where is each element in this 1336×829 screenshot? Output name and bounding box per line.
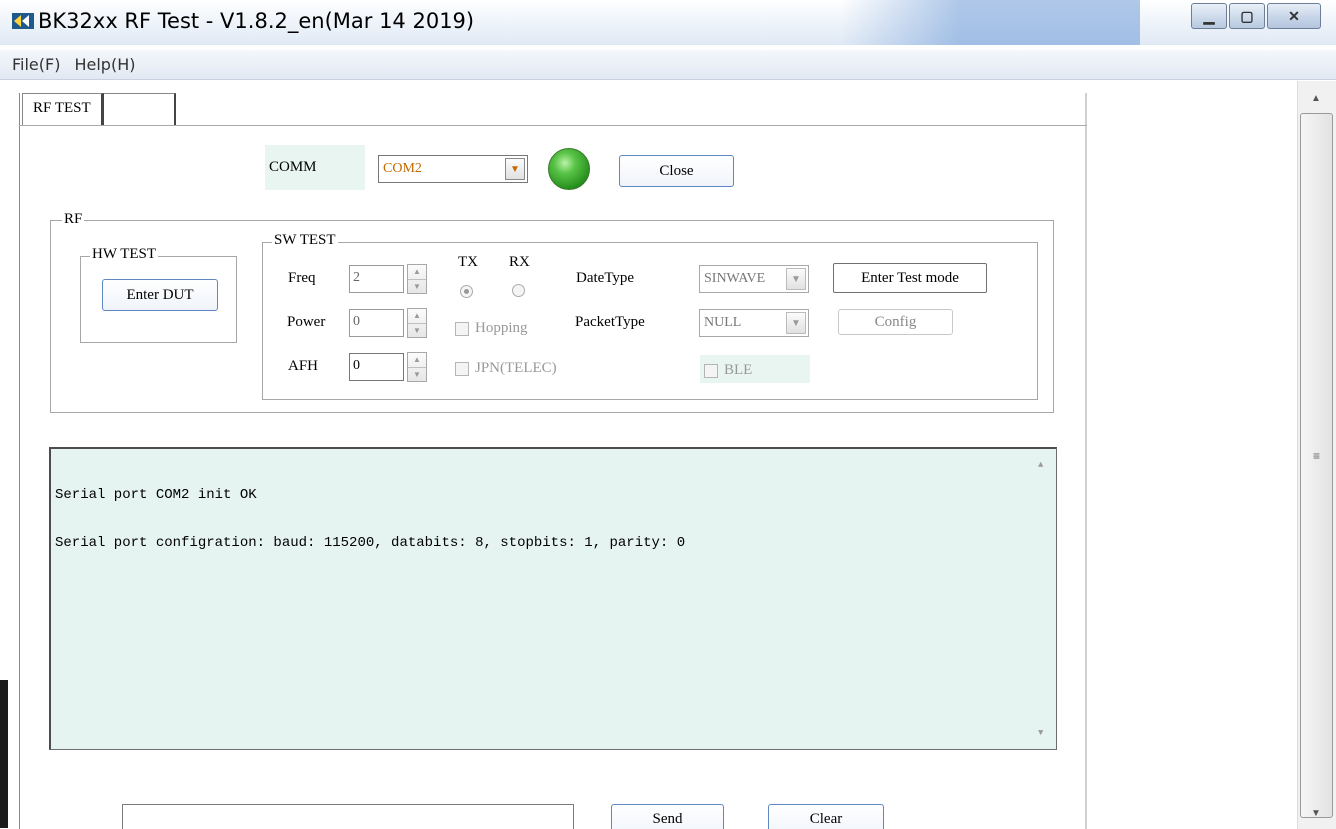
maximize-icon: ▢ xyxy=(1240,7,1254,24)
menu-file[interactable]: File(F) xyxy=(12,55,60,74)
spin-down-icon[interactable]: ▼ xyxy=(408,367,426,381)
hopping-checkbox-box[interactable] xyxy=(455,321,469,336)
ble-checkbox[interactable]: BLE xyxy=(704,362,752,379)
afh-label: AFH xyxy=(288,358,319,374)
log-line: Serial port configration: baud: 115200, … xyxy=(55,535,686,551)
hopping-label: Hopping xyxy=(475,320,528,336)
freq-spinner[interactable]: ▲ ▼ xyxy=(407,264,427,294)
spin-down-icon[interactable]: ▼ xyxy=(408,279,426,293)
log-line: Serial port COM2 init OK xyxy=(55,487,257,503)
freq-label: Freq xyxy=(288,270,316,286)
jpn-telec-label: JPN(TELEC) xyxy=(475,360,557,376)
scrollbar-thumb[interactable]: ≡ xyxy=(1300,113,1333,818)
tx-label: TX xyxy=(458,254,478,270)
freq-field[interactable]: 2 xyxy=(349,265,404,293)
power-label: Power xyxy=(287,314,326,330)
jpn-telec-checkbox[interactable]: JPN(TELEC) xyxy=(455,360,557,377)
spin-down-icon[interactable]: ▼ xyxy=(408,323,426,337)
left-edge-strip xyxy=(0,680,8,828)
chevron-down-icon[interactable]: ▼ xyxy=(786,268,806,290)
enter-test-mode-button[interactable]: Enter Test mode xyxy=(833,263,987,293)
minimize-icon: ▁ xyxy=(1203,7,1215,24)
packettype-label: PacketType xyxy=(575,314,645,330)
close-icon: ✕ xyxy=(1288,7,1300,24)
scroll-up-icon[interactable]: ▲ xyxy=(1038,457,1043,473)
scroll-up-icon[interactable]: ▲ xyxy=(1311,93,1321,104)
window-controls: ▁ ▢ ✕ xyxy=(1191,3,1321,29)
scroll-down-icon[interactable]: ▼ xyxy=(1311,808,1321,819)
window-title: BK32xx RF Test - V1.8.2_en(Mar 14 2019) xyxy=(38,9,475,33)
enter-dut-button[interactable]: Enter DUT xyxy=(102,279,218,311)
minimize-button[interactable]: ▁ xyxy=(1191,3,1227,29)
rx-label: RX xyxy=(509,254,530,270)
comm-label: COMM xyxy=(265,145,365,190)
config-button[interactable]: Config xyxy=(838,309,953,335)
close-window-button[interactable]: ✕ xyxy=(1267,3,1321,29)
chevron-down-icon[interactable]: ▼ xyxy=(786,312,806,334)
connection-status-led xyxy=(548,148,590,190)
hopping-checkbox[interactable]: Hopping xyxy=(455,320,528,337)
close-port-button[interactable]: Close xyxy=(619,155,734,187)
send-button[interactable]: Send xyxy=(611,804,724,829)
datetype-select[interactable]: SINWAVE ▼ xyxy=(699,265,809,293)
packettype-select[interactable]: NULL ▼ xyxy=(699,309,809,337)
ble-label: BLE xyxy=(724,362,753,378)
power-spinner[interactable]: ▲ ▼ xyxy=(407,308,427,338)
app-logo-icon xyxy=(12,13,34,29)
spin-up-icon[interactable]: ▲ xyxy=(408,353,426,367)
main-scrollbar[interactable]: ▲ ≡ ▼ xyxy=(1297,81,1336,829)
maximize-button[interactable]: ▢ xyxy=(1229,3,1265,29)
rx-radio[interactable] xyxy=(512,284,525,297)
spin-up-icon[interactable]: ▲ xyxy=(408,309,426,323)
scroll-down-icon[interactable]: ▼ xyxy=(1038,725,1043,741)
tx-radio[interactable] xyxy=(460,285,473,298)
datetype-value: SINWAVE xyxy=(704,271,766,286)
afh-field[interactable]: 0 xyxy=(349,353,404,381)
tab-strip: RF TEST xyxy=(22,93,176,125)
menu-help[interactable]: Help(H) xyxy=(74,55,135,74)
spin-up-icon[interactable]: ▲ xyxy=(408,265,426,279)
grip-icon: ≡ xyxy=(1313,449,1321,463)
tab-unnamed[interactable] xyxy=(103,93,176,125)
tab-underline xyxy=(19,125,1087,126)
title-bar-glow xyxy=(840,0,1140,45)
afh-spinner[interactable]: ▲ ▼ xyxy=(407,352,427,382)
comm-port-select[interactable]: COM2 ▼ xyxy=(378,155,528,183)
chevron-down-icon[interactable]: ▼ xyxy=(505,158,525,180)
datetype-label: DateType xyxy=(576,270,635,286)
ble-checkbox-box[interactable] xyxy=(704,363,718,378)
menu-bar: File(F) Help(H) xyxy=(0,50,1336,80)
jpn-telec-checkbox-box[interactable] xyxy=(455,361,469,376)
power-field[interactable]: 0 xyxy=(349,309,404,337)
sw-test-title: SW TEST xyxy=(272,232,338,249)
comm-port-value: COM2 xyxy=(383,161,422,176)
rf-group-title: RF xyxy=(62,211,85,228)
tab-rf-test[interactable]: RF TEST xyxy=(22,93,104,125)
packettype-value: NULL xyxy=(704,315,742,330)
log-scrollbar[interactable]: ▲ ▼ xyxy=(1030,449,1056,749)
title-bar: BK32xx RF Test - V1.8.2_en(Mar 14 2019) … xyxy=(0,0,1336,45)
hw-test-title: HW TEST xyxy=(90,246,159,263)
log-output[interactable]: Serial port COM2 init OK Serial port con… xyxy=(49,447,1057,750)
send-input[interactable] xyxy=(122,804,574,829)
clear-button[interactable]: Clear xyxy=(768,804,884,829)
